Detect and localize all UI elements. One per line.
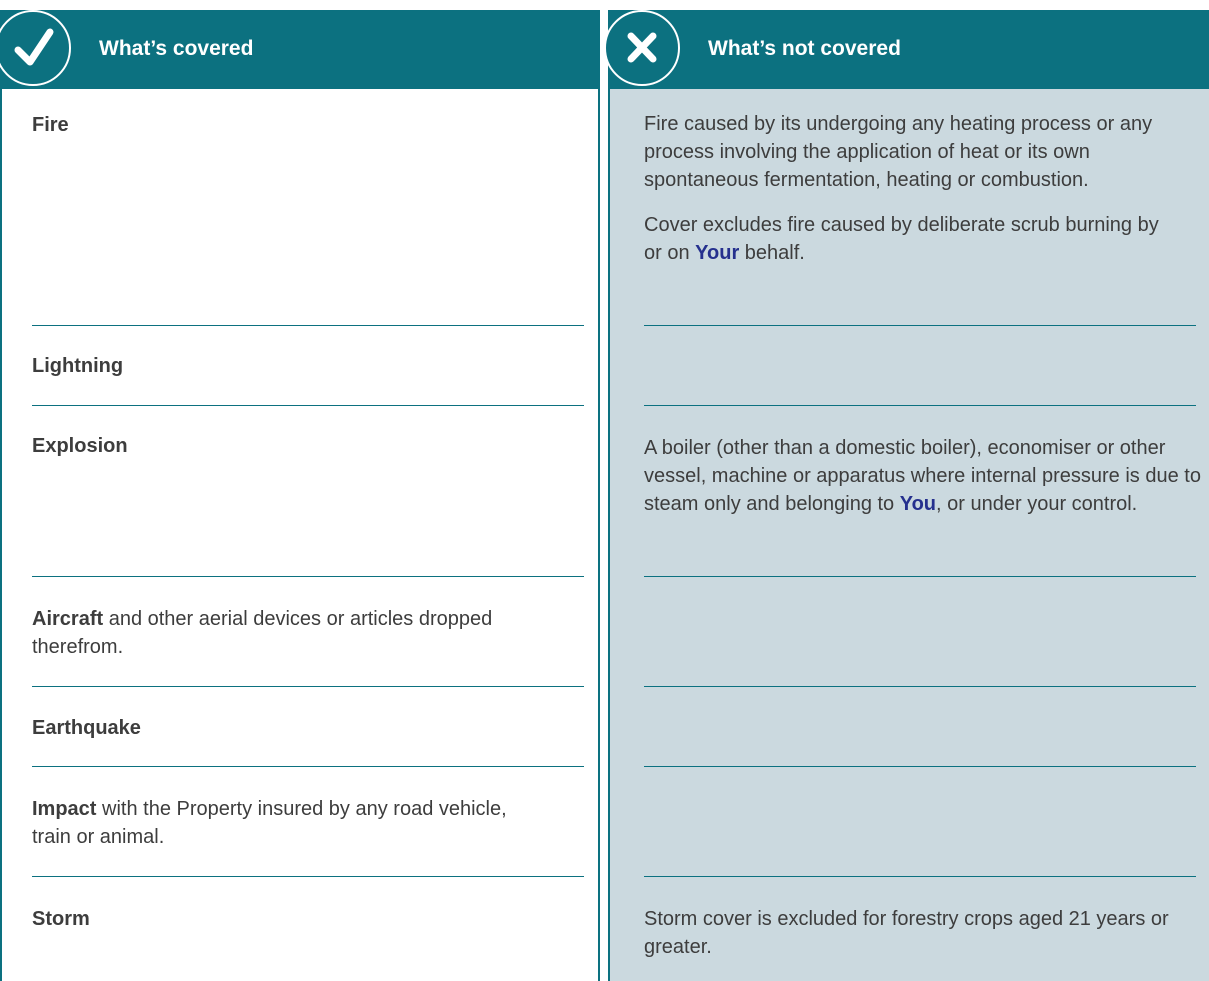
not-covered-storm-text: Storm cover is excluded for forestry cro… — [644, 908, 1169, 958]
covered-row-aircraft: Aircraft and other aerial devices or art… — [32, 605, 587, 661]
covered-term: Explosion — [32, 435, 128, 457]
not-covered-column: What’s not covered Fire caused by its un… — [604, 0, 1209, 981]
covered-column: What’s covered Fire Lightning Explosion … — [0, 0, 600, 981]
not-covered-explosion: A boiler (other than a domestic boiler),… — [644, 437, 1201, 515]
covered-term: Earthquake — [32, 717, 141, 739]
cross-icon — [627, 32, 657, 63]
covered-term: Fire — [32, 114, 69, 136]
covered-term: Storm — [32, 908, 90, 930]
covered-row-storm: Storm — [32, 905, 592, 933]
not-covered-fire-text-1: Fire caused by its undergoing any heatin… — [644, 113, 1153, 191]
covered-term: Aircraft — [32, 608, 104, 630]
row-divider — [32, 325, 584, 326]
not-covered-header-title: What’s not covered — [708, 37, 901, 60]
row-divider — [32, 766, 584, 767]
covered-row-impact: Impact with the Property insured by any … — [32, 795, 532, 851]
covered-term: Impact — [32, 798, 97, 820]
row-divider — [644, 766, 1196, 767]
covered-row-fire: Fire — [32, 111, 592, 139]
row-divider — [644, 325, 1196, 326]
row-divider — [644, 876, 1196, 877]
covered-description: with the Property insured by any road ve… — [32, 798, 507, 848]
keyword-your: Your — [695, 242, 740, 264]
covered-row-explosion: Explosion — [32, 432, 592, 460]
row-divider — [32, 876, 584, 877]
row-divider — [32, 405, 584, 406]
covered-row-lightning: Lightning — [32, 352, 592, 380]
not-covered-body: Fire caused by its undergoing any heatin… — [608, 89, 1209, 981]
not-covered-fire: Fire caused by its undergoing any heatin… — [644, 110, 1179, 267]
row-divider — [644, 686, 1196, 687]
checkmark-badge — [0, 10, 71, 86]
covered-term: Lightning — [32, 355, 124, 377]
covered-header: What’s covered — [0, 10, 600, 89]
cross-badge — [604, 10, 680, 86]
row-divider — [644, 576, 1196, 577]
covered-row-earthquake: Earthquake — [32, 714, 592, 742]
not-covered-header: What’s not covered — [608, 10, 1209, 89]
row-divider — [644, 405, 1196, 406]
not-covered-storm: Storm cover is excluded for forestry cro… — [644, 905, 1194, 961]
row-divider — [32, 576, 584, 577]
covered-body: Fire Lightning Explosion Aircraft and ot… — [0, 89, 600, 981]
covered-header-title: What’s covered — [99, 37, 254, 60]
keyword-you: You — [899, 493, 937, 515]
not-covered-fire-text-2: Cover excludes fire caused by deliberate… — [644, 214, 1159, 264]
row-divider — [32, 686, 584, 687]
checkmark-icon — [14, 28, 54, 66]
